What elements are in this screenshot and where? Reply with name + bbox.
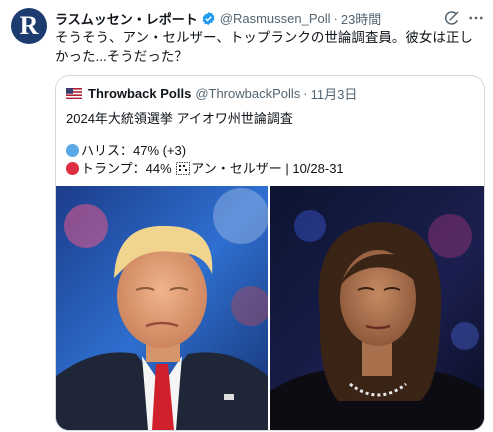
quote-header: Throwback Polls @ThrowbackPolls · 11月3日 — [66, 84, 357, 103]
harris-result: ハリス：47% (+3) — [81, 143, 187, 158]
author-name[interactable]: ラスムッセン・レポート — [55, 9, 198, 28]
quote-tweet-card[interactable]: Throwback Polls @ThrowbackPolls · 11月3日 … — [55, 75, 485, 431]
quote-date[interactable]: 11月3日 — [311, 84, 358, 103]
avatar-letter: R — [19, 11, 39, 40]
trump-photo-illustration — [56, 186, 268, 430]
avatar[interactable]: R — [11, 8, 47, 44]
trump-line: トランプ：44% アン・セルザー | 10/28-31 — [66, 158, 344, 177]
media-grid — [56, 186, 484, 430]
separator-dot: · — [333, 10, 338, 26]
quote-author-name[interactable]: Throwback Polls — [88, 86, 191, 101]
us-flag-icon — [66, 88, 82, 99]
tweet-time[interactable]: 23時間 — [341, 9, 381, 28]
poll-title: 2024年大統領選挙 アイオワ州世論調査 — [66, 111, 293, 126]
harris-line: ハリス：47% (+3) — [66, 140, 186, 159]
trump-result: トランプ：44% — [81, 161, 172, 176]
verified-badge-icon — [202, 11, 215, 25]
blue-circle-emoji — [66, 144, 79, 157]
missing-glyph-icon — [176, 162, 191, 175]
harris-photo[interactable] — [270, 186, 484, 430]
trump-photo[interactable] — [56, 186, 268, 430]
trump-result-tail: アン・セルザー | 10/28-31 — [191, 161, 344, 176]
separator-dot: · — [303, 86, 308, 101]
harris-photo-illustration — [270, 186, 484, 430]
grok-icon[interactable] — [443, 9, 461, 27]
author-handle[interactable]: @Rasmussen_Poll — [220, 11, 331, 26]
more-options-icon[interactable] — [467, 9, 485, 27]
tweet-text: そうそう、アン・セルザー、トップランクの世論調査員。彼女は正しかった...そうだ… — [55, 30, 473, 64]
tweet-header: ラスムッセン・レポート @Rasmussen_Poll · 23時間 — [55, 8, 453, 28]
red-circle-emoji — [66, 162, 79, 175]
quote-author-handle[interactable]: @ThrowbackPolls — [195, 86, 300, 101]
